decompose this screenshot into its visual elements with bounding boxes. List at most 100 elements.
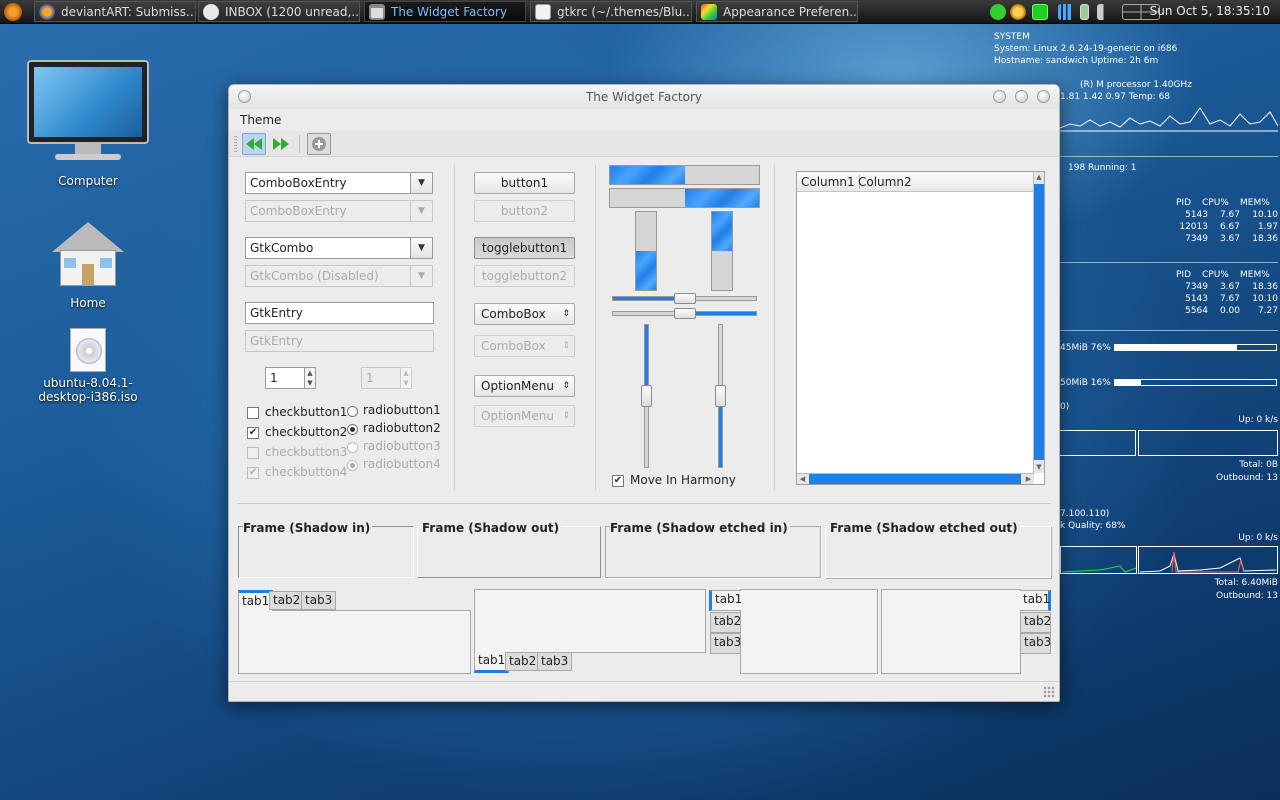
- vscale-2-handle[interactable]: [715, 385, 726, 407]
- volume-icon[interactable]: [1097, 4, 1113, 20]
- main-menu-icon[interactable]: [4, 3, 22, 21]
- network-icon[interactable]: [990, 4, 1006, 20]
- tree-header: Column1 Column2: [797, 172, 1034, 192]
- forward-button[interactable]: [269, 133, 293, 155]
- combobox-entry[interactable]: ComboBoxEntry: [245, 172, 411, 194]
- taskbar-item-inbox[interactable]: INBOX (1200 unread,...: [198, 1, 360, 22]
- notebook-left-tab1[interactable]: tab1: [709, 590, 742, 611]
- tree-column-header-1[interactable]: Column1: [801, 175, 860, 189]
- vscale-1[interactable]: [641, 324, 652, 468]
- radiobutton-2-label: radiobutton2: [363, 421, 441, 435]
- conky-cpu-row-cell: 3.67: [1219, 234, 1240, 244]
- conky-cpu-graph: [1060, 107, 1278, 132]
- add-button[interactable]: [307, 133, 331, 155]
- gtkcombo-entry[interactable]: GtkCombo: [245, 237, 411, 259]
- conky-cpu-header-pid: PID: [1176, 198, 1192, 208]
- scroll-left-icon[interactable]: ◀: [797, 474, 808, 484]
- back-button[interactable]: [242, 133, 266, 155]
- button1[interactable]: button1: [474, 172, 575, 194]
- notebook-bottom-tab2[interactable]: tab2: [505, 652, 541, 671]
- spin-button-arrows[interactable]: ▲ ▼: [304, 367, 316, 389]
- checkbutton-4: ✔: [247, 467, 259, 479]
- hscale-2[interactable]: [612, 308, 757, 319]
- scroll-right-icon[interactable]: ▶: [1023, 474, 1034, 484]
- togglebutton1[interactable]: togglebutton1: [474, 237, 575, 259]
- window-titlebar[interactable]: The Widget Factory: [229, 85, 1059, 109]
- close-button[interactable]: [1037, 90, 1050, 103]
- frame-shadow-out: Frame (Shadow out): [417, 521, 601, 578]
- vscale-1-handle[interactable]: [641, 385, 652, 407]
- hscale-2-handle[interactable]: [673, 308, 696, 319]
- desktop-icon-home[interactable]: Home: [33, 222, 143, 310]
- hscale-1-handle[interactable]: [673, 293, 696, 304]
- conky-net1-up: Up: 0 k/s: [1238, 415, 1278, 425]
- updown-icon: ⇕: [562, 411, 570, 421]
- taskbar-item-deviantart[interactable]: deviantART: Submiss...: [34, 1, 196, 22]
- gtkcombo-dropdown[interactable]: ▼: [410, 237, 433, 259]
- search-icon[interactable]: [1010, 4, 1026, 20]
- notebook-left-tab3[interactable]: tab3: [710, 633, 741, 654]
- spin-button[interactable]: 1: [265, 367, 305, 389]
- updown-icon: ⇕: [562, 341, 570, 351]
- back-icon: [246, 138, 262, 150]
- notebook-bottom-tab3[interactable]: tab3: [537, 652, 573, 671]
- harmony-checkbox[interactable]: ✔: [612, 475, 624, 487]
- conky-net1-graph-up: [1138, 430, 1278, 456]
- tree-hscroll-thumb[interactable]: [809, 474, 1021, 484]
- window-menu-button[interactable]: [238, 90, 251, 103]
- add-icon: [312, 137, 326, 151]
- radiobutton-3: [347, 442, 358, 453]
- scroll-down-icon[interactable]: ▼: [1034, 462, 1044, 473]
- notebook-top-tab3[interactable]: tab3: [301, 591, 337, 610]
- notebook-right-tab1[interactable]: tab1: [1020, 590, 1051, 611]
- notebook-left-tab2[interactable]: tab2: [710, 612, 741, 633]
- resize-grip-icon[interactable]: [1043, 686, 1055, 698]
- tree-column-header-2[interactable]: Column2: [858, 175, 912, 189]
- conky-net1-head: 0): [1060, 402, 1070, 412]
- combobox[interactable]: ComboBox ⇕: [474, 303, 575, 325]
- conky-mem-row-cell: 3.67: [1219, 282, 1240, 292]
- taskbar-item-gtkrc[interactable]: gtkrc (~/.themes/Blu...: [530, 1, 692, 22]
- togglebutton2: togglebutton2: [474, 265, 575, 287]
- radiobutton-2[interactable]: [347, 424, 358, 435]
- gtk-entry[interactable]: GtkEntry: [245, 302, 434, 324]
- hscale-1[interactable]: [612, 293, 757, 304]
- optionmenu[interactable]: OptionMenu ⇕: [474, 375, 575, 397]
- conky-cpu-row-cell: 10.10: [1252, 210, 1278, 220]
- notebook-top-tab2[interactable]: tab2: [269, 591, 305, 610]
- frame-shadow-etched-in-label: Frame (Shadow etched in): [610, 521, 790, 535]
- checkbutton-1[interactable]: [247, 407, 259, 419]
- progress-bar-h1: [609, 165, 760, 185]
- window-icon: [369, 3, 385, 20]
- checkbutton-2[interactable]: ✔: [247, 427, 259, 439]
- tree-vscrollbar[interactable]: ▲ ▼: [1033, 172, 1044, 473]
- radiobutton-1[interactable]: [347, 406, 358, 417]
- computer-icon: [27, 60, 149, 164]
- minimize-button[interactable]: [993, 90, 1006, 103]
- menu-theme[interactable]: Theme: [240, 113, 281, 127]
- notebook-bottom-page: [474, 589, 706, 653]
- tree-view[interactable]: Column1 Column2 ▲ ▼ ◀ ▶: [796, 171, 1045, 485]
- taskbar-item-appearance[interactable]: Appearance Preferen...: [696, 1, 858, 22]
- toolbar: [229, 131, 1059, 157]
- mail-client-icon: [203, 3, 219, 20]
- toolbar-grip[interactable]: [234, 136, 237, 152]
- notebook-right-tab2[interactable]: tab2: [1020, 612, 1051, 633]
- combobox-entry-dropdown[interactable]: ▼: [410, 172, 433, 194]
- spin-button-disabled-arrows: ▲ ▼: [400, 367, 412, 389]
- taskbar-item-widget-factory[interactable]: The Widget Factory: [364, 1, 526, 22]
- vscale-2[interactable]: [715, 324, 726, 468]
- clock[interactable]: Sun Oct 5, 18:35:10: [1150, 4, 1270, 18]
- widget-factory-window: The Widget Factory Theme ComboBoxEntry ▼…: [228, 84, 1060, 702]
- column-separator: [774, 165, 775, 490]
- conky-cpu-row-cell: 7.67: [1219, 210, 1240, 220]
- scroll-up-icon[interactable]: ▲: [1034, 172, 1044, 183]
- conky-cpu-line: (R) M processor 1.40GHz: [1080, 80, 1192, 90]
- notebook-right-tab3[interactable]: tab3: [1020, 633, 1051, 654]
- tree-hscrollbar[interactable]: ◀ ▶: [797, 473, 1034, 484]
- maximize-button[interactable]: [1015, 90, 1028, 103]
- mail-icon[interactable]: [1032, 4, 1048, 20]
- desktop-icon-iso[interactable]: ubuntu-8.04.1- desktop-i386.iso: [33, 328, 143, 404]
- desktop-icon-computer[interactable]: Computer: [27, 60, 149, 188]
- tree-vscroll-thumb[interactable]: [1034, 184, 1044, 460]
